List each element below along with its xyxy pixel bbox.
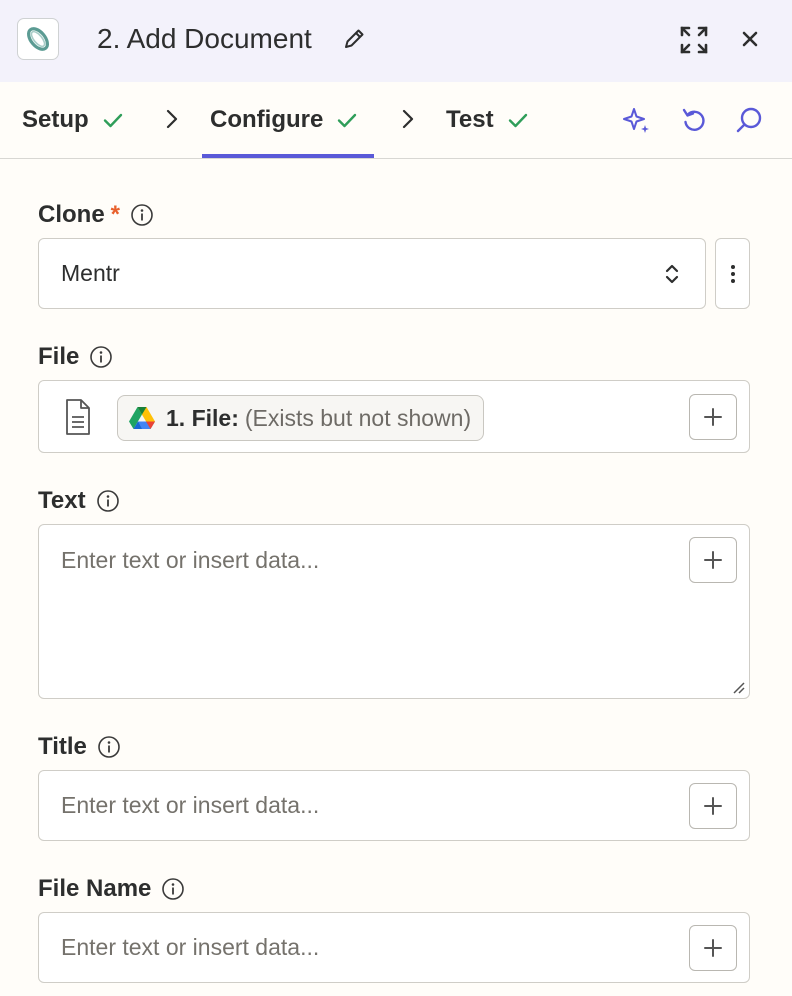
text-label: Text xyxy=(38,487,86,514)
text-label-row: Text xyxy=(38,486,120,516)
file-label: File xyxy=(38,343,80,370)
info-icon[interactable] xyxy=(161,877,185,901)
title-placeholder: Enter text or insert data... xyxy=(61,792,320,818)
file-name-placeholder: Enter text or insert data... xyxy=(61,934,320,960)
chevron-right-icon xyxy=(166,109,178,129)
clone-select[interactable]: Mentr xyxy=(38,238,706,309)
insert-data-button[interactable] xyxy=(689,925,737,971)
title-label-row: Title xyxy=(38,732,121,762)
clone-selected-value: Mentr xyxy=(61,260,120,286)
plus-icon xyxy=(704,797,722,815)
tab-setup-label: Setup xyxy=(22,106,89,133)
info-icon[interactable] xyxy=(96,489,120,513)
resize-handle-icon[interactable] xyxy=(731,680,745,694)
file-name-input[interactable]: Enter text or insert data... xyxy=(38,912,750,983)
file-pill-label: 1. File: xyxy=(166,404,239,431)
kebab-menu-icon xyxy=(730,264,735,283)
ai-sparkle-icon[interactable] xyxy=(621,105,651,135)
step-tabs: Setup Configure Test xyxy=(0,82,792,159)
file-name-label: File Name xyxy=(38,875,152,902)
clone-label-row: Clone * xyxy=(38,200,154,230)
check-icon xyxy=(103,113,122,128)
pencil-edit-icon[interactable] xyxy=(341,26,367,52)
undo-icon[interactable] xyxy=(679,105,709,135)
info-icon[interactable] xyxy=(97,735,121,759)
app-logo-icon xyxy=(17,18,59,60)
required-mark: * xyxy=(110,201,121,228)
clone-label: Clone xyxy=(38,201,105,228)
active-tab-indicator xyxy=(202,154,374,158)
insert-data-button[interactable] xyxy=(689,394,737,440)
chevron-up-down-icon xyxy=(665,264,679,284)
plus-icon xyxy=(704,939,722,957)
file-data-pill[interactable]: 1. File: (Exists but not shown) xyxy=(117,395,485,441)
comment-icon[interactable] xyxy=(734,105,764,135)
info-icon[interactable] xyxy=(130,203,154,227)
chevron-right-icon xyxy=(402,109,414,129)
file-name-label-row: File Name xyxy=(38,874,185,904)
google-drive-icon xyxy=(129,407,155,429)
title-label: Title xyxy=(38,733,87,760)
text-placeholder: Enter text or insert data... xyxy=(61,547,320,573)
tab-setup[interactable]: Setup xyxy=(22,82,125,158)
clone-more-options-button[interactable] xyxy=(715,238,750,309)
tab-configure-label: Configure xyxy=(210,106,324,133)
check-icon xyxy=(338,113,357,128)
tab-test-label: Test xyxy=(446,106,494,133)
title-input[interactable]: Enter text or insert data... xyxy=(38,770,750,841)
insert-data-button[interactable] xyxy=(689,537,737,583)
step-title: 2. Add Document xyxy=(97,23,312,54)
file-label-row: File xyxy=(38,342,113,372)
document-icon xyxy=(66,399,90,435)
close-icon[interactable] xyxy=(737,26,763,52)
plus-icon xyxy=(704,551,722,569)
file-field[interactable]: 1. File: (Exists but not shown) xyxy=(38,380,750,453)
tab-test[interactable]: Test xyxy=(446,82,530,158)
plus-icon xyxy=(704,408,722,426)
insert-data-button[interactable] xyxy=(689,783,737,829)
tab-configure[interactable]: Configure xyxy=(210,82,359,158)
check-icon xyxy=(508,113,527,128)
text-textarea[interactable]: Enter text or insert data... xyxy=(38,524,750,699)
file-pill-value: (Exists but not shown) xyxy=(244,404,472,431)
info-icon[interactable] xyxy=(89,345,113,369)
expand-icon[interactable] xyxy=(678,24,710,56)
step-header: 2. Add Document xyxy=(0,0,792,82)
